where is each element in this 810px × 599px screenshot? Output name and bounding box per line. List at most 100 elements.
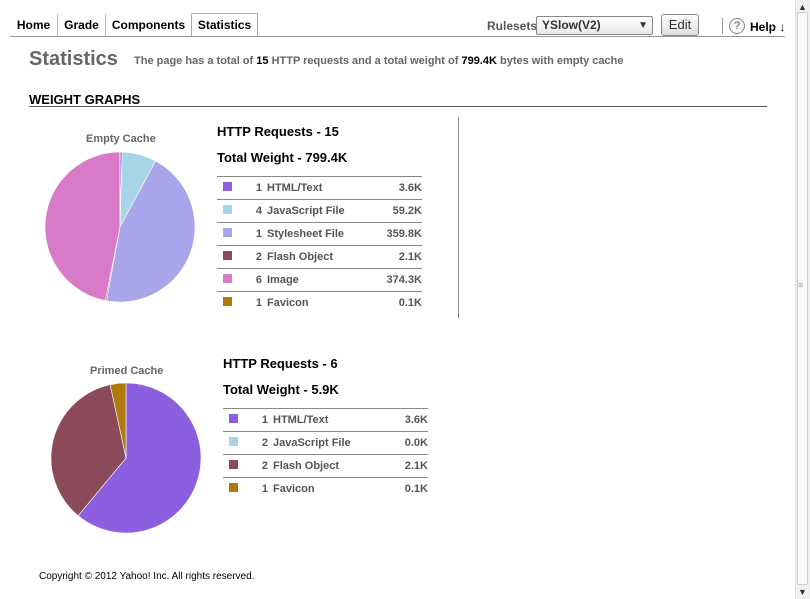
- swatch-cell: [223, 454, 256, 478]
- page-title: Statistics: [29, 48, 118, 70]
- component-count: 1: [256, 408, 273, 432]
- primed-cache-caption: Primed Cache: [90, 365, 164, 377]
- scroll-grip-icon: ≡: [798, 280, 804, 290]
- swatch-cell: [217, 176, 250, 200]
- empty-cache-stats: HTTP Requests - 15 Total Weight - 799.4K…: [217, 124, 422, 314]
- component-weight: 374.3K: [373, 268, 422, 292]
- color-swatch: [229, 483, 238, 492]
- edit-button[interactable]: Edit: [661, 14, 699, 36]
- swatch-cell: [217, 199, 250, 223]
- primed-cache-table: 1 HTML/Text 3.6K 2 JavaScript File 0.0K 2 Flash…: [223, 408, 428, 500]
- component-weight: 2.1K: [373, 245, 422, 269]
- tab-home[interactable]: Home: [10, 14, 58, 36]
- top-navigation: Home Grade Components Statistics Ruleset…: [0, 0, 795, 38]
- component-row: 1 HTML/Text 3.6K: [223, 408, 428, 432]
- summary-prefix: The page has a total of: [134, 55, 254, 67]
- component-type: Image: [267, 268, 374, 292]
- component-row: 6 Image 374.3K: [217, 268, 422, 292]
- color-swatch: [223, 228, 232, 237]
- scrollbar-thumb[interactable]: [797, 12, 808, 585]
- section-title: WEIGHT GRAPHS: [29, 92, 141, 107]
- component-weight: 3.6K: [373, 176, 422, 200]
- color-swatch: [229, 460, 238, 469]
- empty-cache-caption: Empty Cache: [86, 133, 156, 145]
- component-row: 1 Stylesheet File 359.8K: [217, 222, 422, 246]
- component-weight: 0.1K: [373, 291, 422, 314]
- color-swatch: [229, 414, 238, 423]
- summary-suffix: bytes with empty cache: [500, 55, 624, 67]
- component-count: 1: [256, 477, 273, 500]
- component-row: 1 Favicon 0.1K: [217, 291, 422, 314]
- component-weight: 3.6K: [392, 408, 428, 432]
- dropdown-arrow-icon: ▼: [638, 20, 648, 31]
- pie-slice: [44, 151, 121, 301]
- component-count: 1: [250, 291, 267, 314]
- component-weight: 359.8K: [373, 222, 422, 246]
- component-row: 4 JavaScript File 59.2K: [217, 199, 422, 223]
- help-icon[interactable]: ?: [729, 18, 745, 34]
- section-divider: [29, 106, 767, 107]
- color-swatch: [223, 251, 232, 260]
- component-count: 2: [250, 245, 267, 269]
- component-row: 1 Favicon 0.1K: [223, 477, 428, 500]
- color-swatch: [223, 182, 232, 191]
- component-type: HTML/Text: [267, 176, 374, 200]
- color-swatch: [229, 437, 238, 446]
- component-type: Flash Object: [273, 454, 393, 478]
- tab-components[interactable]: Components: [106, 14, 192, 36]
- component-count: 4: [250, 199, 267, 223]
- copyright-text: Copyright © 2012 Yahoo! Inc. All rights …: [39, 571, 255, 582]
- component-type: Flash Object: [267, 245, 374, 269]
- color-swatch: [223, 297, 232, 306]
- tab-grade[interactable]: Grade: [58, 14, 106, 36]
- component-weight: 0.0K: [392, 431, 428, 455]
- component-weight: 0.1K: [392, 477, 428, 500]
- component-type: Stylesheet File: [267, 222, 374, 246]
- component-type: Favicon: [267, 291, 374, 314]
- ruleset-label: Rulesets: [487, 19, 538, 33]
- swatch-cell: [223, 408, 256, 432]
- scroll-down-arrow-icon[interactable]: ▼: [798, 587, 807, 597]
- ruleset-select[interactable]: YSlow(V2) ▼: [536, 16, 653, 35]
- primed-cache-pie-chart: [50, 382, 202, 534]
- help-link[interactable]: Help ↓: [750, 20, 785, 34]
- empty-cache-table: 1 HTML/Text 3.6K 4 JavaScript File 59.2K 1 Styl…: [217, 176, 422, 314]
- primed-cache-requests-heading: HTTP Requests - 6: [223, 356, 338, 371]
- component-weight: 59.2K: [373, 199, 422, 223]
- component-type: JavaScript File: [273, 431, 393, 455]
- help-separator: [722, 18, 723, 34]
- primed-cache-weight-heading: Total Weight - 5.9K: [223, 382, 339, 397]
- scroll-up-arrow-icon[interactable]: ▲: [798, 2, 807, 12]
- component-weight: 2.1K: [392, 454, 428, 478]
- component-type: Favicon: [273, 477, 393, 500]
- component-count: 1: [250, 222, 267, 246]
- vertical-scrollbar[interactable]: ▲ ≡ ▼: [795, 0, 810, 599]
- color-swatch: [223, 274, 232, 283]
- tab-statistics[interactable]: Statistics: [191, 13, 258, 37]
- component-row: 1 HTML/Text 3.6K: [217, 176, 422, 200]
- component-count: 2: [256, 454, 273, 478]
- color-swatch: [223, 205, 232, 214]
- empty-cache-weight-heading: Total Weight - 799.4K: [217, 150, 348, 165]
- nav-divider: [10, 36, 785, 37]
- swatch-cell: [223, 477, 256, 500]
- component-type: JavaScript File: [267, 199, 374, 223]
- component-count: 1: [250, 176, 267, 200]
- swatch-cell: [217, 222, 250, 246]
- component-row: 2 Flash Object 2.1K: [217, 245, 422, 269]
- swatch-cell: [217, 268, 250, 292]
- empty-cache-pie-chart: [44, 151, 196, 303]
- swatch-cell: [217, 245, 250, 269]
- swatch-cell: [217, 291, 250, 314]
- stats-summary: The page has a total of 15 HTTP requests…: [134, 55, 624, 67]
- component-count: 2: [256, 431, 273, 455]
- swatch-cell: [223, 431, 256, 455]
- vertical-divider: [458, 117, 459, 318]
- summary-mid: HTTP requests and a total weight of: [271, 55, 459, 67]
- component-type: HTML/Text: [273, 408, 393, 432]
- component-row: 2 Flash Object 2.1K: [223, 454, 428, 478]
- ruleset-selected-value: YSlow(V2): [542, 18, 601, 32]
- summary-requests: 15: [256, 55, 269, 67]
- component-row: 2 JavaScript File 0.0K: [223, 431, 428, 455]
- component-count: 6: [250, 268, 267, 292]
